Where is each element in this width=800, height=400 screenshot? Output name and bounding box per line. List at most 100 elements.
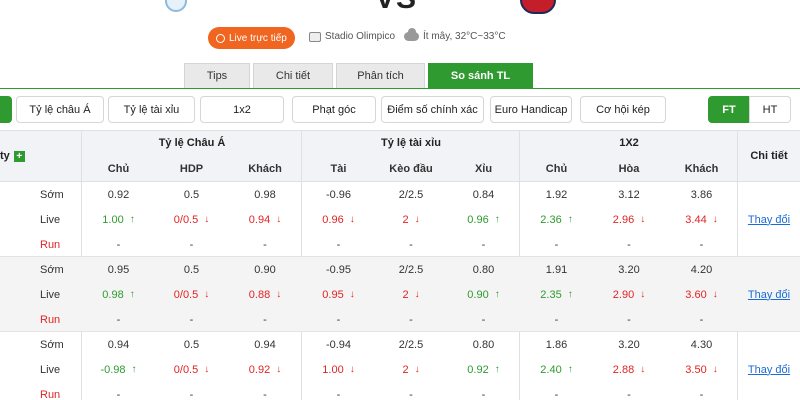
odds-cell: 0.90 ↑ xyxy=(447,282,520,307)
tab-odds-compare[interactable]: So sánh TL xyxy=(428,63,533,88)
odds-cell: - xyxy=(336,238,341,251)
arrow-up-icon: ↑ xyxy=(129,289,135,300)
odds-cell: 3.12 xyxy=(618,188,640,201)
col-header-line: Kèo đầu xyxy=(389,163,433,175)
match-header: VS Live trực tiếp Stadio Olimpico Ít mây… xyxy=(0,0,800,62)
tab-details[interactable]: Chi tiết xyxy=(253,63,333,88)
odds-cell: 2.40 ↑ xyxy=(520,357,593,382)
odds-change-link[interactable]: Thay đổi xyxy=(738,207,800,232)
odds-cell: 1.00 ↓ xyxy=(302,357,375,382)
odds-cell: - xyxy=(189,313,194,326)
odds-cell: - xyxy=(336,313,341,326)
odds-cell: 0/0.5 ↓ xyxy=(155,207,228,232)
odds-cell: - xyxy=(189,388,194,400)
arrow-down-icon: ↓ xyxy=(204,364,210,375)
arrow-down-icon: ↓ xyxy=(276,214,282,225)
odds-cell: 0.80 xyxy=(472,263,495,276)
filter-all-button[interactable] xyxy=(0,96,12,123)
odds-value: 0.92 xyxy=(467,363,489,376)
odds-value: 3.44 xyxy=(685,213,707,226)
stadium-icon xyxy=(309,31,321,42)
cloud-icon xyxy=(404,28,419,41)
filter-exact-score-button[interactable]: Điểm số chính xác xyxy=(381,96,484,123)
col-header-away-1x2: Khách xyxy=(684,163,719,175)
filter-1x2-button[interactable]: 1x2 xyxy=(200,96,284,123)
odds-change-link[interactable]: Thay đổi xyxy=(738,357,800,382)
1x2-group-header: 1X2 xyxy=(619,137,639,149)
tab-tips[interactable]: Tips xyxy=(184,63,250,88)
odds-value: 2.36 xyxy=(540,213,562,226)
odds-cell: 4.30 xyxy=(690,338,713,351)
asian-group-header: Tỷ lệ Châu Á xyxy=(158,137,226,149)
odds-cell: 3.60 ↓ xyxy=(665,282,738,307)
odds-cell: - xyxy=(699,238,704,251)
row-label-early: Sớm xyxy=(40,263,64,276)
odds-cell: 0.92 ↓ xyxy=(228,357,302,382)
half-time-toggle[interactable]: HT xyxy=(749,96,791,123)
stadium-name: Stadio Olimpico xyxy=(325,31,396,42)
odds-cell: - xyxy=(409,388,413,400)
odds-cell: - xyxy=(263,388,267,400)
odds-cell: 0.95 xyxy=(107,263,130,276)
odds-cell: 0.94 xyxy=(254,338,276,351)
live-stream-button[interactable]: Live trực tiếp xyxy=(208,27,295,49)
full-time-toggle[interactable]: FT xyxy=(708,96,750,123)
odds-value: -0.98 xyxy=(100,363,126,376)
filter-double-chance-button[interactable]: Cơ hội kép xyxy=(580,96,666,123)
odds-cell: 2/2.5 xyxy=(398,188,424,201)
col-header-home: Chủ xyxy=(107,163,130,175)
odds-cell: 1.91 xyxy=(545,263,568,276)
odds-cell: - xyxy=(116,313,121,326)
odds-cell: 0.5 xyxy=(183,263,200,276)
odds-cell: 0.92 xyxy=(107,188,130,201)
odds-cell: 0.84 xyxy=(472,188,495,201)
odds-cell: - xyxy=(554,388,559,400)
odds-cell: - xyxy=(627,388,631,400)
odds-cell: 0.98 ↑ xyxy=(82,282,155,307)
odds-cell: 1.92 xyxy=(545,188,568,201)
odds-value: 0.88 xyxy=(248,288,271,301)
arrow-down-icon: ↓ xyxy=(712,289,718,300)
row-label-run: Run xyxy=(40,238,61,251)
odds-value: 0.94 xyxy=(248,213,271,226)
arrow-down-icon: ↓ xyxy=(640,364,646,375)
filter-overunder-button[interactable]: Tỷ lệ tài xỉu xyxy=(108,96,195,123)
odds-cell: - xyxy=(409,313,413,326)
row-label-live: Live xyxy=(40,363,61,376)
arrow-down-icon: ↓ xyxy=(712,214,718,225)
odds-cell: - xyxy=(627,238,631,251)
odds-cell: 0.92 ↑ xyxy=(447,357,520,382)
odds-cell: 1.00 ↑ xyxy=(82,207,155,232)
odds-cell: 0.94 ↓ xyxy=(228,207,302,232)
odds-cell: - xyxy=(699,313,704,326)
arrow-up-icon: ↑ xyxy=(567,364,573,375)
odds-cell: -0.98 ↑ xyxy=(82,357,155,382)
odds-value: 1.00 xyxy=(102,213,124,226)
odds-cell: - xyxy=(699,388,704,400)
odds-cell: - xyxy=(263,313,267,326)
odds-change-link[interactable]: Thay đổi xyxy=(738,282,800,307)
odds-value: 0.96 xyxy=(322,213,344,226)
col-header-home-1x2: Chủ xyxy=(545,163,568,175)
arrow-down-icon: ↓ xyxy=(414,364,420,375)
odds-value: 0/0.5 xyxy=(173,213,199,226)
weather-text: Ít mây, 32°C~33°C xyxy=(423,31,506,42)
odds-cell: - xyxy=(189,238,194,251)
odds-value: 1.00 xyxy=(322,363,344,376)
tab-analysis[interactable]: Phân tích xyxy=(336,63,425,88)
odds-cell: 3.50 ↓ xyxy=(665,357,738,382)
add-company-icon[interactable]: + xyxy=(13,150,25,162)
col-header-away: Khách xyxy=(248,163,282,175)
odds-cell: 0.88 ↓ xyxy=(228,282,302,307)
odds-value: 2.96 xyxy=(612,213,635,226)
odds-cell: 1.86 xyxy=(545,338,568,351)
odds-cell: -0.94 xyxy=(325,338,352,351)
filter-euro-handicap-button[interactable]: Euro Handicap xyxy=(490,96,572,123)
filter-asian-button[interactable]: Tỷ lệ châu Á xyxy=(16,96,104,123)
odds-value: 2 xyxy=(402,213,409,226)
odds-cell: - xyxy=(481,388,486,400)
odds-cell: 2.36 ↑ xyxy=(520,207,593,232)
filter-corner-button[interactable]: Phạt góc xyxy=(292,96,376,123)
odds-cell: 2/2.5 xyxy=(398,338,424,351)
odds-cell: - xyxy=(116,238,121,251)
